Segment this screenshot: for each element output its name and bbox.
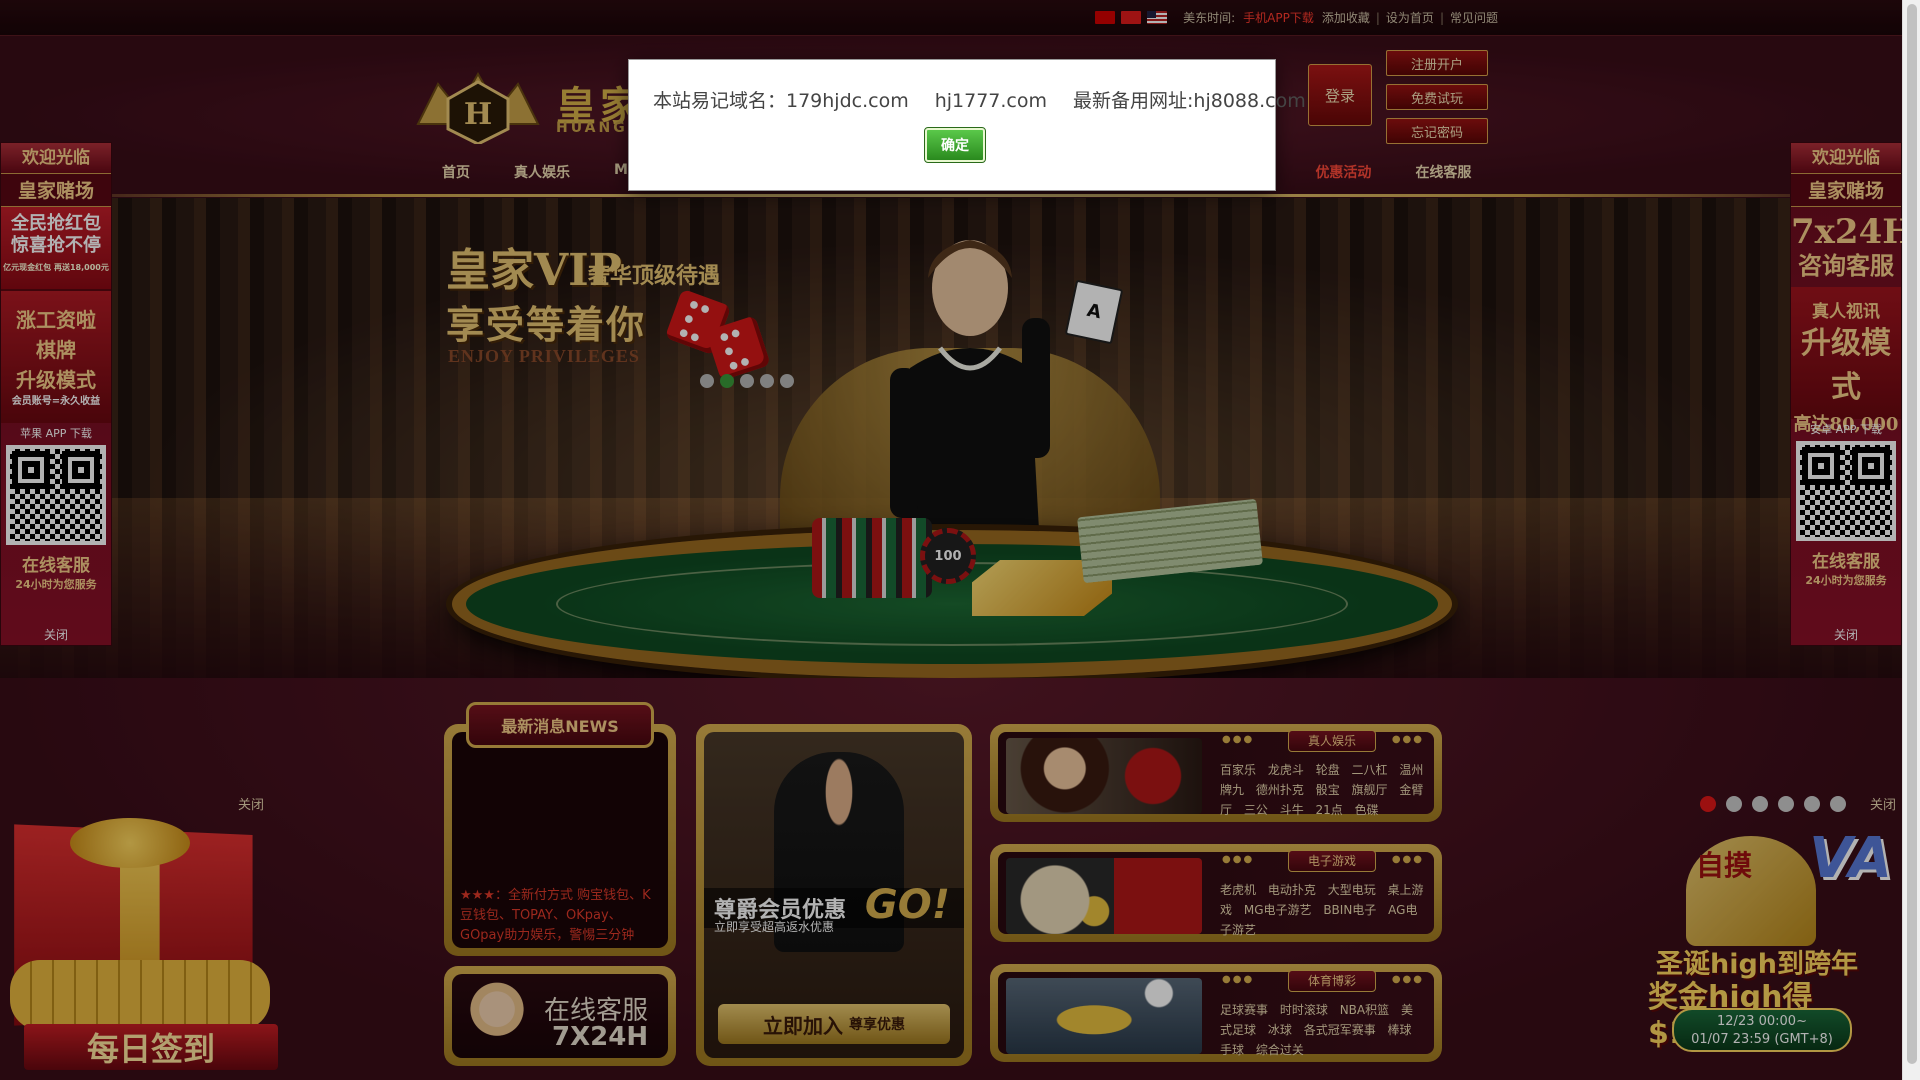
page-scrollbar[interactable] — [1902, 0, 1920, 1080]
domain-notice-dialog: 本站易记域名：179hjdc.com hj1777.com 最新备用网址:hj808… — [629, 60, 1306, 190]
confirm-button[interactable]: 确定 — [924, 127, 986, 163]
domain-label: 本站易记域名：179hjdc.com — [653, 90, 909, 112]
dialog-message: 本站易记域名：179hjdc.com hj1777.com 最新备用网址:hj808… — [653, 86, 1332, 113]
secondary-domain: hj1777.com — [934, 90, 1048, 112]
backup-url: 最新备用网址:hj8088.com — [1073, 90, 1306, 112]
scroll-thumb[interactable] — [1907, 4, 1917, 1064]
